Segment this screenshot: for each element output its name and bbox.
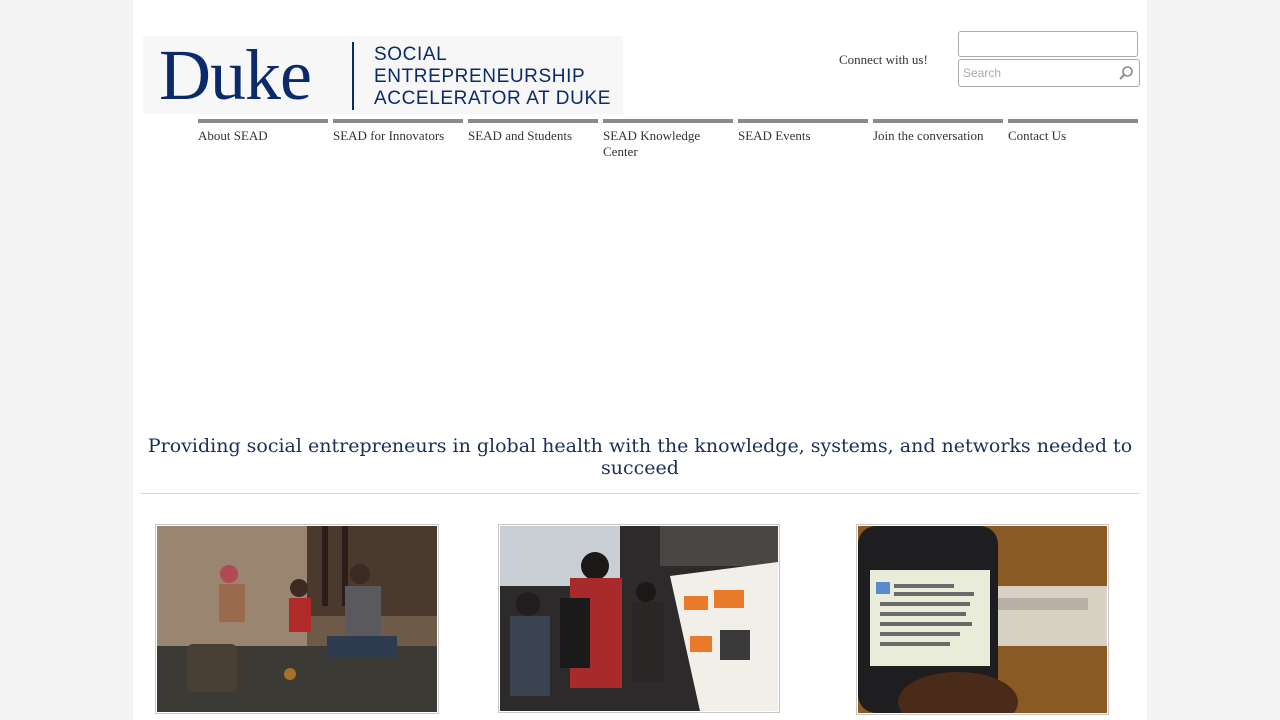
main-navigation: About SEAD SEAD for Innovators SEAD and … [198, 119, 1138, 160]
search-input[interactable] [963, 63, 1113, 83]
logo-text: SOCIAL ENTREPRENEURSHIP ACCELERATOR AT D… [374, 44, 611, 110]
logo-wordmark: Duke [159, 35, 312, 115]
nav-about-sead[interactable]: About SEAD [198, 119, 328, 160]
nav-sead-knowledge-center[interactable]: SEAD Knowledge Center [603, 119, 733, 160]
nav-join-the-conversation[interactable]: Join the conversation [873, 119, 1003, 160]
connect-with-us-text: Connect with us! [839, 52, 928, 67]
logo-line-1: SOCIAL [374, 44, 448, 65]
logo-divider [352, 42, 354, 110]
nav-sead-and-students[interactable]: SEAD and Students [468, 119, 598, 160]
logo-line-2: ENTREPRENEURSHIP [374, 66, 586, 87]
search-box[interactable] [958, 59, 1140, 87]
section-divider [140, 493, 1140, 494]
tagline: Providing social entrepreneurs in global… [147, 435, 1133, 479]
photo-poster-session[interactable] [498, 524, 780, 713]
photo-phone-sms[interactable] [856, 524, 1109, 715]
page-container: Duke SOCIAL ENTREPRENEURSHIP ACCELERATOR… [133, 0, 1147, 720]
top-input-box[interactable] [958, 31, 1138, 57]
logo-line-3: ACCELERATOR AT DUKE [374, 88, 611, 109]
search-icon[interactable] [1118, 65, 1134, 81]
nav-sead-for-innovators[interactable]: SEAD for Innovators [333, 119, 463, 160]
nav-contact-us[interactable]: Contact Us [1008, 119, 1138, 160]
nav-sead-events[interactable]: SEAD Events [738, 119, 868, 160]
photo-traditional-healer[interactable] [155, 524, 439, 714]
sead-logo[interactable]: Duke SOCIAL ENTREPRENEURSHIP ACCELERATOR… [143, 36, 623, 114]
